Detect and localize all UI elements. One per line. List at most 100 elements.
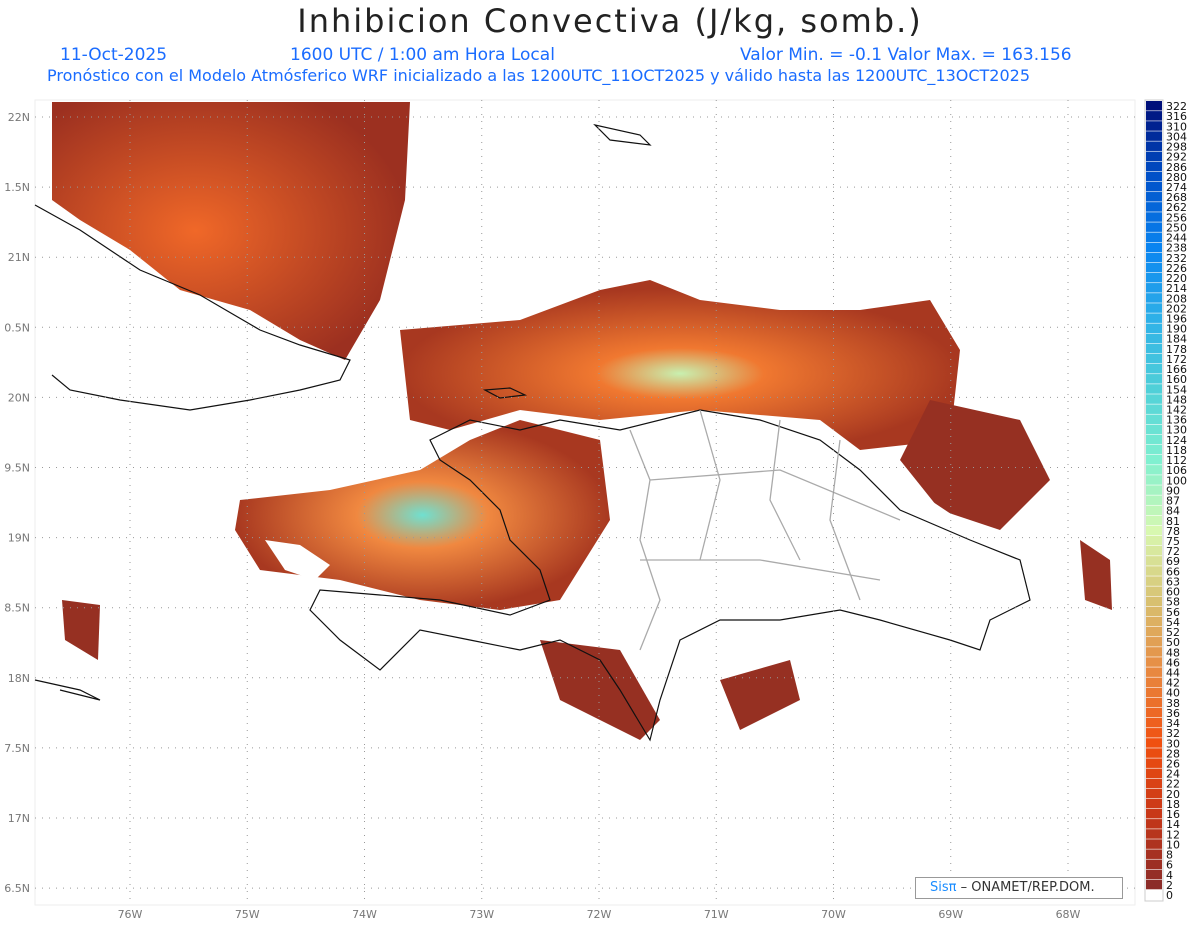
min-max-values: Valor Min. = -0.1 Valor Max. = 163.156	[740, 45, 1072, 65]
lat-label: 8.5N	[4, 602, 30, 615]
colorbar-bin	[1146, 717, 1162, 728]
colorbar-bin	[1146, 819, 1162, 829]
colorbar-bin	[1146, 606, 1162, 617]
forecast-time: 1600 UTC / 1:00 am Hora Local	[290, 45, 555, 65]
colorbar-bin	[1146, 546, 1162, 556]
forecast-date: 11-Oct-2025	[60, 45, 168, 65]
lat-label: 6.5N	[4, 882, 30, 895]
lat-label: 17N	[8, 812, 30, 825]
colorbar-bin	[1146, 798, 1162, 809]
colorbar-bin	[1146, 232, 1162, 242]
lat-label: 18N	[8, 672, 30, 685]
colorbar-bin	[1146, 748, 1162, 758]
colorbar-bin	[1146, 677, 1162, 688]
colorbar-bin	[1146, 343, 1162, 354]
colorbar-bin	[1146, 444, 1162, 455]
colorbar-bin	[1146, 101, 1162, 111]
colorbar-bin	[1146, 434, 1162, 445]
colorbar-bin	[1146, 414, 1162, 425]
colorbar: 3223163103042982922862802742682622562502…	[1144, 99, 1187, 902]
lat-label: 21N	[8, 251, 30, 264]
colorbar-bin	[1146, 121, 1162, 131]
credit-brand: Sisπ	[930, 880, 957, 895]
colorbar-bin	[1146, 151, 1162, 162]
colorbar-bin	[1146, 272, 1162, 283]
colorbar-bin	[1146, 525, 1162, 536]
colorbar-bin	[1146, 687, 1162, 698]
colorbar-bin	[1146, 111, 1162, 121]
colorbar-bin	[1146, 495, 1162, 505]
colorbar-bin	[1146, 758, 1162, 768]
colorbar-bin	[1146, 869, 1162, 880]
colorbar-bin	[1146, 252, 1162, 263]
colorbar-bin	[1146, 576, 1162, 586]
colorbar-bin	[1146, 849, 1162, 859]
colorbar-bin	[1146, 262, 1162, 273]
colorbar-bin	[1146, 505, 1162, 516]
colorbar-bin	[1146, 475, 1162, 485]
colorbar-bin	[1146, 778, 1162, 789]
cin-map: 22N 1.5N 21N 0.5N 20N 9.5N 19N 8.5N 18N 7.5N 17N 6.…	[4, 99, 1187, 921]
colorbar-bin	[1146, 303, 1162, 313]
colorbar-bin	[1146, 839, 1162, 849]
colorbar-bin	[1146, 394, 1162, 404]
colorbar-bin	[1146, 222, 1162, 232]
colorbar-label: 0	[1166, 889, 1173, 902]
colorbar-bin	[1146, 829, 1162, 839]
colorbar-bin	[1146, 657, 1162, 667]
lon-label: 71W	[704, 908, 729, 921]
colorbar-bin	[1146, 313, 1162, 323]
colorbar-bin	[1146, 707, 1162, 718]
colorbar-bin	[1146, 515, 1162, 526]
colorbar-bin	[1146, 141, 1162, 151]
colorbar-bin	[1146, 465, 1162, 475]
colorbar-bin	[1146, 485, 1162, 495]
colorbar-bin	[1146, 212, 1162, 222]
colorbar-bin	[1146, 323, 1162, 334]
latitude-labels: 22N 1.5N 21N 0.5N 20N 9.5N 19N 8.5N 18N 7.5N 17N 6.…	[4, 111, 30, 895]
colorbar-bin	[1146, 353, 1162, 364]
colorbar-bin	[1146, 859, 1162, 870]
colorbar-bin	[1146, 596, 1162, 607]
colorbar-bin	[1146, 293, 1162, 303]
colorbar-bin	[1146, 171, 1162, 182]
lon-label: 75W	[235, 908, 260, 921]
colorbar-bin	[1146, 697, 1162, 708]
colorbar-bin	[1146, 333, 1162, 344]
lon-label: 74W	[352, 908, 377, 921]
colorbar-bin	[1146, 374, 1162, 384]
colorbar-bin	[1146, 667, 1162, 677]
lat-label: 22N	[8, 111, 30, 124]
colorbar-bin	[1146, 161, 1162, 172]
colorbar-bin	[1146, 808, 1162, 819]
colorbar-bin	[1146, 556, 1162, 566]
colorbar-bin	[1146, 131, 1162, 141]
longitude-labels: 76W 75W 74W 73W 72W 71W 70W 69W 68W	[118, 908, 1081, 921]
lon-label: 68W	[1056, 908, 1081, 921]
credit-box: Sisπ – ONAMET/REP.DOM.	[915, 877, 1123, 899]
lat-label: 9.5N	[4, 462, 30, 475]
colorbar-bin	[1146, 788, 1162, 799]
colorbar-bin	[1146, 889, 1162, 900]
colorbar-bin	[1146, 586, 1162, 596]
colorbar-bin	[1146, 404, 1162, 414]
colorbar-bin	[1146, 202, 1162, 212]
colorbar-bin	[1146, 879, 1162, 890]
lon-label: 73W	[469, 908, 494, 921]
lat-label: 1.5N	[4, 181, 30, 194]
colorbar-bin	[1146, 283, 1162, 293]
colorbar-bin	[1146, 242, 1162, 253]
model-description: Pronóstico con el Modelo Atmósferico WRF…	[47, 66, 1031, 85]
colorbar-bin	[1146, 454, 1162, 465]
colorbar-bin	[1146, 728, 1162, 738]
colorbar-bin	[1146, 384, 1162, 394]
colorbar-bin	[1146, 566, 1162, 576]
lon-label: 69W	[938, 908, 963, 921]
colorbar-bin	[1146, 363, 1162, 374]
lat-label: 20N	[8, 391, 30, 404]
colorbar-bin	[1146, 626, 1162, 637]
lon-label: 76W	[118, 908, 143, 921]
lon-label: 70W	[821, 908, 846, 921]
credit-text: – ONAMET/REP.DOM.	[960, 880, 1095, 895]
colorbar-bin	[1146, 424, 1162, 435]
